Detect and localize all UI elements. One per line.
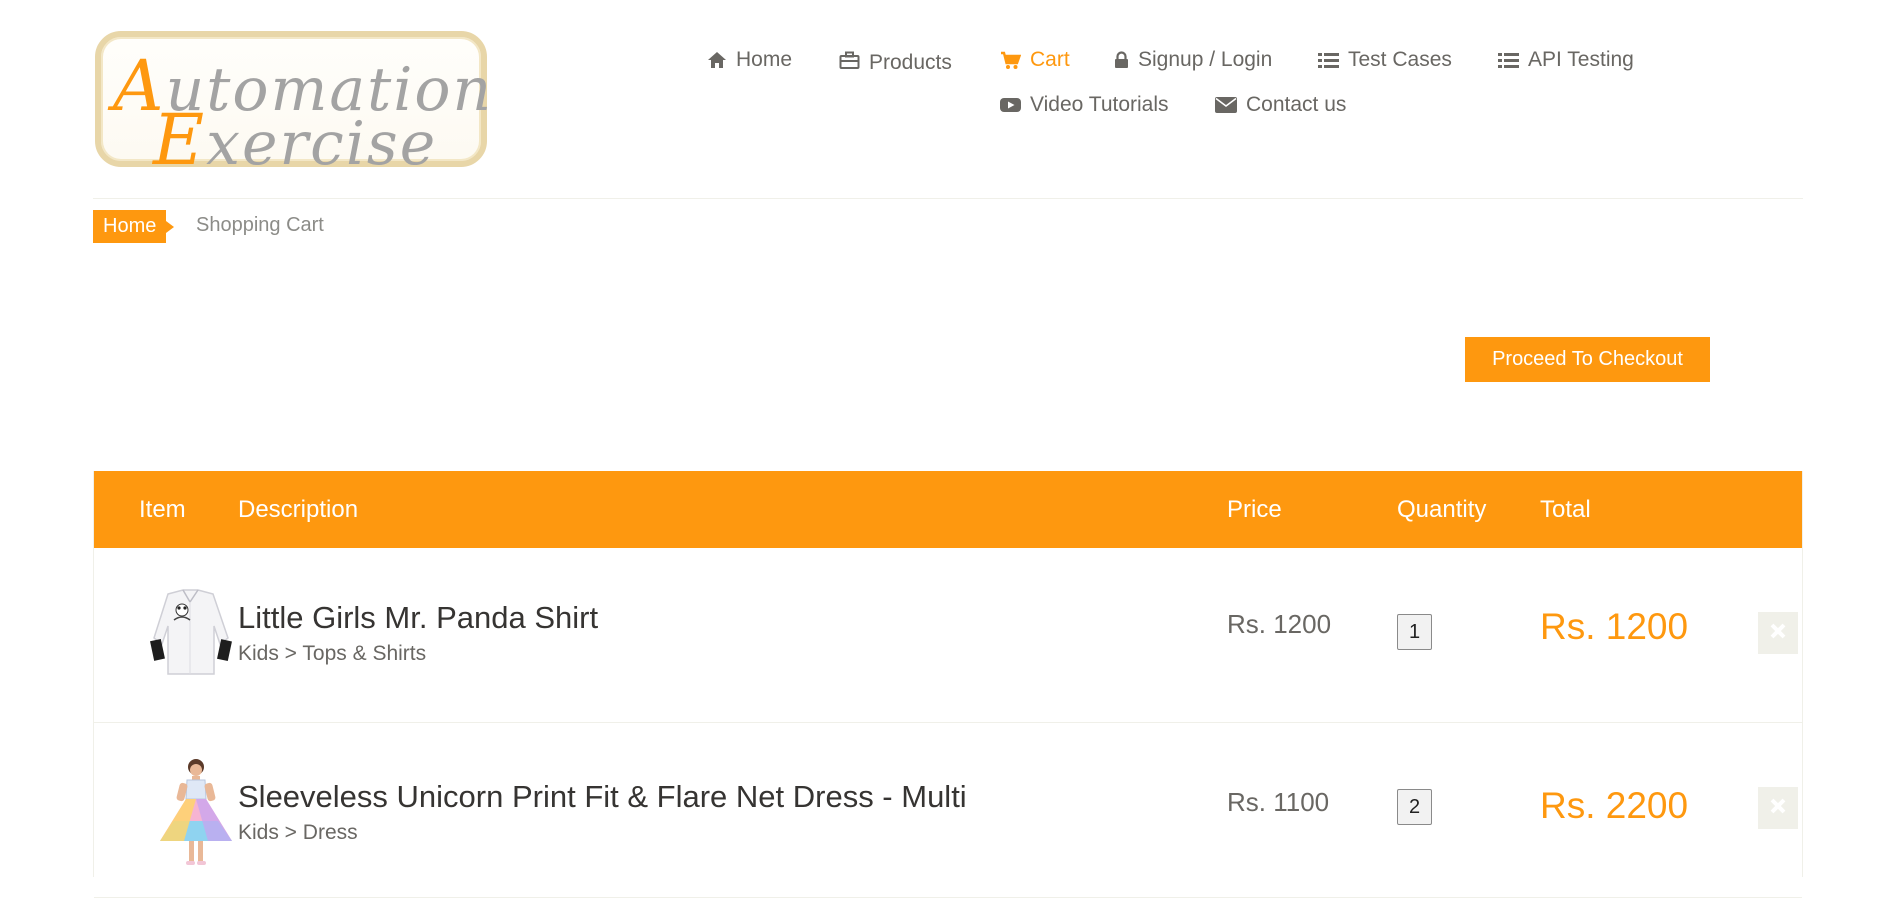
- product-category: Kids > Dress: [238, 821, 358, 844]
- nav-contact-us[interactable]: Contact us: [1215, 93, 1346, 117]
- product-name-link[interactable]: Little Girls Mr. Panda Shirt: [238, 600, 598, 636]
- product-price: Rs. 1200: [1227, 609, 1332, 639]
- nav-test-cases[interactable]: Test Cases: [1318, 48, 1452, 72]
- delete-item-button[interactable]: [1758, 787, 1798, 829]
- shopping-cart-icon: [1000, 51, 1021, 70]
- nav-products[interactable]: Products: [839, 48, 952, 74]
- table-header: Item Description Price Quantity Total: [94, 471, 1802, 548]
- product-price: Rs. 1100: [1227, 787, 1330, 817]
- briefcase-icon: [839, 51, 860, 70]
- header-item: Item: [139, 496, 186, 523]
- product-total: Rs. 2200: [1540, 785, 1689, 826]
- header-divider: [93, 198, 1803, 199]
- delete-item-button[interactable]: [1758, 612, 1798, 654]
- header-total: Total: [1540, 496, 1591, 523]
- nav-signup-login[interactable]: Signup / Login: [1114, 48, 1272, 72]
- breadcrumb-home[interactable]: Home: [93, 210, 175, 243]
- product-total: Rs. 1200: [1540, 606, 1689, 647]
- close-icon: [1770, 623, 1786, 644]
- nav-video-tutorials-label: Video Tutorials: [1030, 93, 1169, 116]
- list-icon: [1318, 52, 1339, 69]
- nav-contact-us-label: Contact us: [1246, 93, 1347, 116]
- table-row: Sleeveless Unicorn Print Fit & Flare Net…: [94, 723, 1802, 898]
- nav-video-tutorials[interactable]: Video Tutorials: [1000, 93, 1169, 117]
- nav-signup-login-label: Signup / Login: [1138, 48, 1273, 71]
- header-description: Description: [238, 496, 359, 523]
- nav-cart-label: Cart: [1030, 48, 1070, 71]
- nav-test-cases-label: Test Cases: [1348, 48, 1452, 71]
- nav-products-label: Products: [869, 51, 952, 74]
- list-icon: [1498, 52, 1519, 69]
- nav-api-testing[interactable]: API Testing: [1498, 48, 1634, 72]
- quantity-box: 1: [1397, 614, 1432, 650]
- nav-api-testing-label: API Testing: [1528, 48, 1634, 71]
- table-row: Little Girls Mr. Panda Shirt Kids > Tops…: [94, 548, 1802, 723]
- product-image-panda-shirt[interactable]: [138, 588, 243, 685]
- product-category: Kids > Tops & Shirts: [238, 642, 427, 665]
- envelope-icon: [1215, 97, 1237, 113]
- proceed-to-checkout-button[interactable]: Proceed To Checkout: [1465, 337, 1710, 382]
- nav-cart[interactable]: Cart: [1000, 48, 1070, 72]
- site-logo[interactable]: Automation Exercise: [95, 31, 491, 181]
- header-price: Price: [1227, 496, 1282, 523]
- nav-home[interactable]: Home: [707, 48, 792, 72]
- product-image-unicorn-dress[interactable]: [156, 757, 236, 874]
- home-icon: [707, 51, 727, 69]
- breadcrumb-current: Shopping Cart: [196, 214, 324, 236]
- cart-table: Item Description Price Quantity Total Li…: [93, 471, 1803, 898]
- logo-line-2: Exercise: [153, 99, 438, 181]
- nav-home-label: Home: [736, 48, 793, 71]
- lock-icon: [1114, 51, 1129, 69]
- close-icon: [1770, 798, 1786, 819]
- product-name-link[interactable]: Sleeveless Unicorn Print Fit & Flare Net…: [238, 779, 967, 815]
- youtube-play-icon: [1000, 97, 1021, 113]
- header-quantity: Quantity: [1397, 496, 1487, 523]
- quantity-box: 2: [1397, 789, 1432, 825]
